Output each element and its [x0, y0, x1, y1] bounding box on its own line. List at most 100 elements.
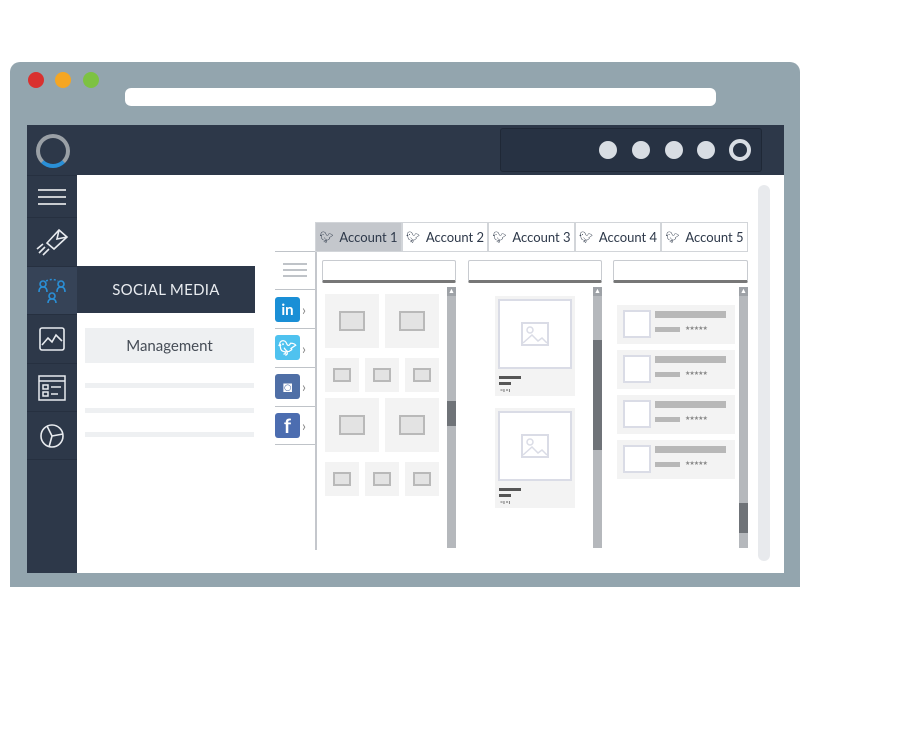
tab-label: Account 1 [339, 229, 398, 245]
list-icon[interactable] [27, 363, 77, 411]
tab-account-2[interactable]: 🐦︎ Account 2 [402, 222, 488, 252]
maximize-button[interactable] [83, 72, 99, 88]
menu-icon[interactable] [27, 175, 77, 217]
placeholder-line [85, 408, 254, 413]
image-tile[interactable] [365, 358, 399, 392]
twitter-icon: 🐦︎ [578, 230, 593, 244]
rating-stars: ★★★★★ [685, 325, 708, 332]
scrollbar[interactable]: ▲ [739, 287, 748, 548]
toolbar-dot[interactable] [697, 141, 715, 159]
chevron-right-icon[interactable]: › [302, 340, 306, 357]
image-placeholder [498, 411, 572, 481]
image-icon [521, 434, 549, 458]
scroll-up-icon[interactable]: ▲ [593, 287, 602, 296]
tab-account-4[interactable]: 🐦︎ Account 4 [575, 222, 661, 252]
pie-chart-icon[interactable] [27, 411, 77, 459]
divider [275, 328, 315, 329]
tab-account-5[interactable]: 🐦︎ Account 5 [661, 222, 748, 252]
search-input[interactable] [613, 260, 748, 283]
title-line [655, 356, 726, 363]
facebook-icon[interactable]: f [275, 413, 300, 438]
image-icon [521, 322, 549, 346]
image-tile[interactable] [325, 294, 379, 348]
text-line [499, 382, 511, 385]
tab-label: Account 5 [685, 229, 744, 245]
scrollbar[interactable]: ▲ [447, 287, 456, 548]
post-card[interactable]: ⚬ıı ⚬ıı [495, 408, 575, 508]
image-tile[interactable] [405, 358, 439, 392]
linkedin-icon[interactable]: in [275, 297, 300, 322]
image-icon [399, 311, 425, 331]
toolbar-dot[interactable] [665, 141, 683, 159]
list-item[interactable]: ★★★★★ [617, 395, 735, 434]
settings-ring-icon[interactable] [729, 139, 751, 161]
address-bar[interactable] [125, 88, 716, 106]
divider [275, 367, 315, 368]
image-icon [339, 311, 365, 331]
image-tile[interactable] [325, 358, 359, 392]
scroll-up-icon[interactable]: ▲ [447, 287, 456, 296]
network-menu-icon[interactable] [283, 262, 307, 282]
image-tile[interactable] [385, 294, 439, 348]
rating-stars: ★★★★★ [685, 415, 708, 422]
rating-stars: ★★★★★ [685, 460, 708, 467]
rating-stars: ★★★★★ [685, 370, 708, 377]
image-tile[interactable] [325, 462, 359, 496]
toolbar-dot[interactable] [632, 141, 650, 159]
minimize-button[interactable] [55, 72, 71, 88]
chart-icon[interactable] [27, 314, 77, 363]
page-scrollbar[interactable] [758, 185, 770, 561]
image-icon [373, 472, 391, 486]
toolbar-dot[interactable] [599, 141, 617, 159]
scroll-up-icon[interactable]: ▲ [739, 287, 748, 296]
image-tile[interactable] [385, 398, 439, 452]
chevron-right-icon[interactable]: › [302, 378, 306, 395]
image-tile[interactable] [405, 462, 439, 496]
image-tile[interactable] [365, 462, 399, 496]
list-item[interactable]: ★★★★★ [617, 305, 735, 344]
image-icon [413, 368, 431, 382]
image-icon [399, 415, 425, 435]
twitter-icon: 🐦︎ [492, 230, 507, 244]
close-button[interactable] [28, 72, 44, 88]
title-line [655, 311, 726, 318]
subtitle-line [655, 417, 680, 422]
chevron-right-icon[interactable]: › [302, 301, 306, 318]
menu-section-social-media[interactable]: SOCIAL MEDIA [77, 266, 255, 313]
header-toolbar [500, 128, 762, 172]
scrollbar[interactable]: ▲ [593, 287, 602, 548]
list-item[interactable]: ★★★★★ [617, 440, 735, 479]
rocket-mail-icon[interactable] [27, 217, 77, 266]
search-input[interactable] [322, 260, 456, 283]
search-input[interactable] [468, 260, 602, 283]
twitter-icon[interactable]: 🐦︎ [275, 335, 300, 360]
post-card[interactable]: ⚬ıı ⚬ıı [495, 296, 575, 396]
title-line [655, 446, 726, 453]
menu-item-management[interactable]: Management [85, 328, 254, 363]
twitter-icon: 🐦︎ [405, 230, 420, 244]
list-item[interactable]: ★★★★★ [617, 350, 735, 389]
scroll-thumb[interactable] [739, 503, 748, 533]
image-icon [373, 368, 391, 382]
divider [275, 406, 315, 407]
logo [36, 134, 70, 168]
text-line [499, 488, 521, 491]
thumbnail [623, 445, 651, 473]
chevron-right-icon[interactable]: › [302, 417, 306, 434]
tab-account-1[interactable]: 🐦︎ Account 1 [315, 222, 402, 252]
tab-label: Account 2 [425, 229, 485, 245]
image-icon [333, 368, 351, 382]
scroll-thumb[interactable] [447, 401, 456, 426]
instagram-icon[interactable]: ◙ [275, 374, 300, 399]
tab-account-3[interactable]: 🐦︎ Account 3 [488, 222, 575, 252]
image-placeholder [498, 299, 572, 369]
image-icon [339, 415, 365, 435]
scroll-thumb[interactable] [593, 340, 602, 450]
divider [275, 444, 315, 445]
subtitle-line [655, 372, 680, 377]
social-network-icon[interactable] [27, 266, 77, 314]
placeholder-line [85, 383, 254, 388]
subtitle-line [655, 327, 680, 332]
post-stats: ⚬ıı ⚬ıı [499, 387, 510, 394]
image-tile[interactable] [325, 398, 379, 452]
